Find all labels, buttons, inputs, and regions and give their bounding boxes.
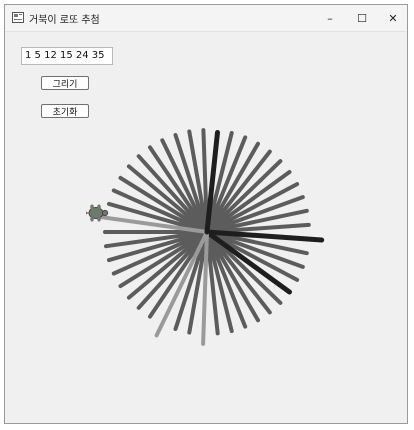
title-bar[interactable]: 거북이 로또 추첨 – ☐ ✕ xyxy=(5,5,407,32)
form-client-area: 1 5 12 15 24 35 그리기 초기화 xyxy=(5,32,407,423)
app-icon xyxy=(12,12,24,23)
window-title: 거북이 로또 추첨 xyxy=(29,15,100,26)
turtle-drawing-canvas xyxy=(86,128,325,346)
maximize-button[interactable]: ☐ xyxy=(347,5,377,31)
minimize-button[interactable]: – xyxy=(315,5,345,31)
close-button[interactable]: ✕ xyxy=(378,5,408,31)
minimize-icon: – xyxy=(327,11,333,25)
maximize-icon: ☐ xyxy=(357,11,367,25)
rays-group xyxy=(94,128,325,346)
close-icon: ✕ xyxy=(388,11,398,25)
app-window: 거북이 로또 추첨 – ☐ ✕ 1 5 12 15 24 35 그리기 초기화 xyxy=(4,4,408,424)
